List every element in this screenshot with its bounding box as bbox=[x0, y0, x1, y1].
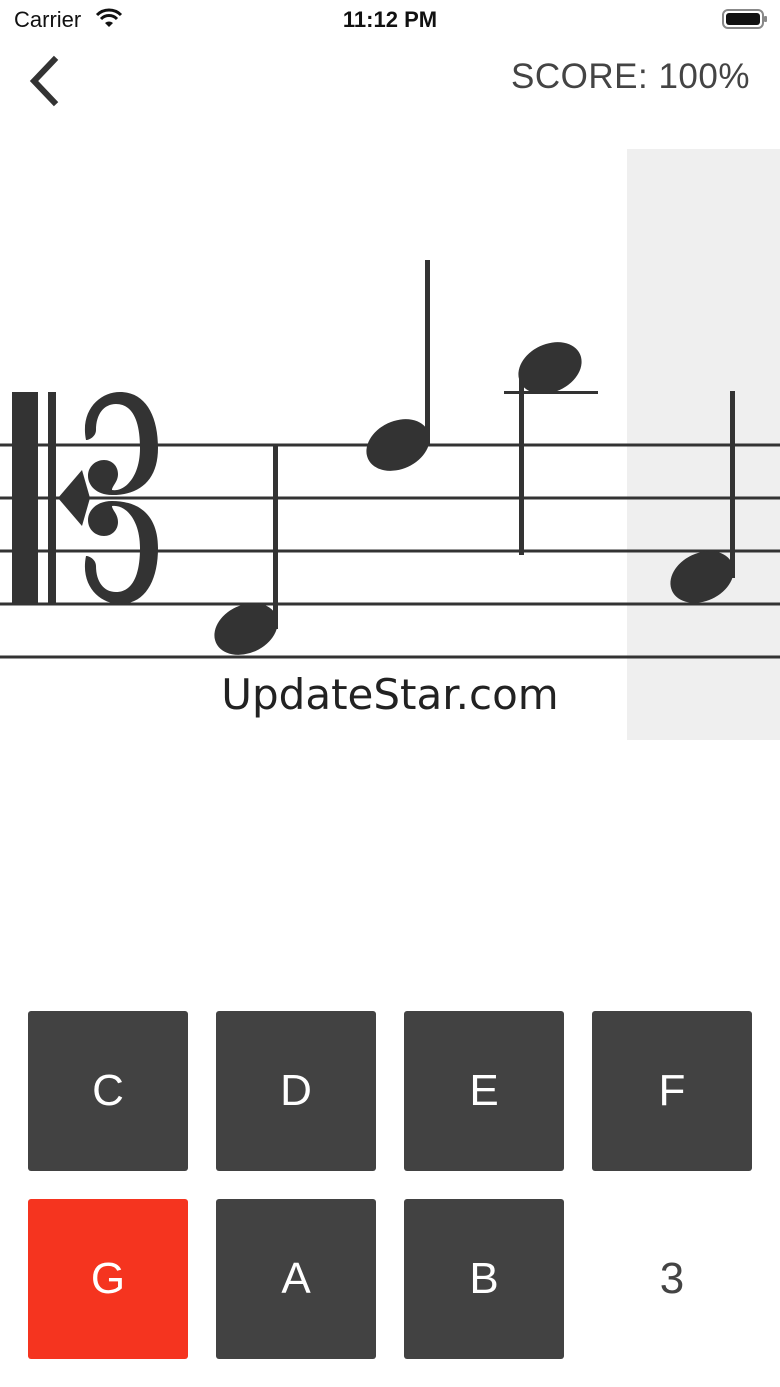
music-staff bbox=[0, 149, 780, 740]
quarter-note-2 bbox=[366, 260, 430, 471]
key-c-button[interactable]: C bbox=[28, 1011, 188, 1171]
quarter-note-1 bbox=[214, 446, 278, 655]
key-d-button[interactable]: D bbox=[216, 1011, 376, 1171]
battery-icon bbox=[722, 9, 767, 29]
chevron-left-icon bbox=[29, 55, 59, 107]
back-button[interactable] bbox=[22, 54, 72, 108]
key-a-button[interactable]: A bbox=[216, 1199, 376, 1359]
score-display: SCORE: 100% bbox=[511, 57, 750, 97]
watermark-text: UpdateStar.com bbox=[221, 670, 559, 719]
remaining-counter: 3 bbox=[659, 1254, 685, 1303]
staff-area bbox=[0, 140, 780, 960]
key-b-button[interactable]: B bbox=[404, 1199, 564, 1359]
score-value: 100% bbox=[658, 57, 750, 96]
status-time: 11:12 PM bbox=[342, 7, 438, 32]
score-label: SCORE: bbox=[511, 57, 649, 96]
key-g-button[interactable]: G bbox=[28, 1199, 188, 1359]
key-f-button[interactable]: F bbox=[592, 1011, 752, 1171]
key-e-button[interactable]: E bbox=[404, 1011, 564, 1171]
status-bar: Carrier 11:12 PM bbox=[0, 0, 780, 40]
